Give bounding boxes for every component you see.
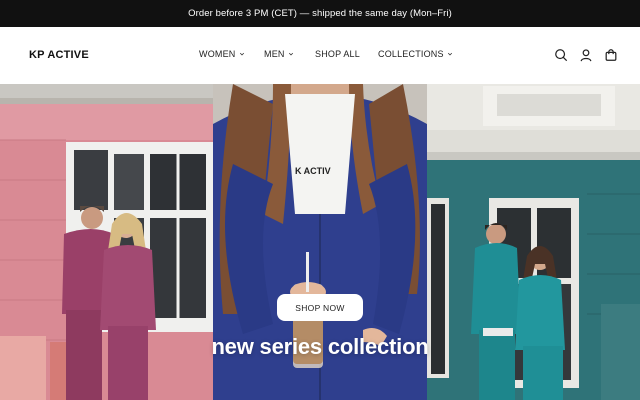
nav-collections[interactable]: COLLECTIONS <box>378 49 453 59</box>
chevron-down-icon <box>239 52 244 56</box>
site-header: KP ACTIVE WOMEN MEN SHOP ALL COLLECTIONS <box>0 27 640 84</box>
nav-men-label: MEN <box>264 49 285 59</box>
nav-collections-label: COLLECTIONS <box>378 49 444 59</box>
header-icons <box>554 48 618 62</box>
account-icon[interactable] <box>579 48 593 62</box>
svg-text:K ACTIV: K ACTIV <box>295 166 331 176</box>
chevron-down-icon <box>288 52 293 56</box>
hero-banner[interactable]: K ACTIV new series collection <box>0 84 640 400</box>
announcement-bar: Order before 3 PM (CET) — shipped the sa… <box>0 0 640 27</box>
announcement-text: Order before 3 PM (CET) — shipped the sa… <box>188 8 452 19</box>
nav-shop-all[interactable]: SHOP ALL <box>315 49 360 59</box>
search-icon[interactable] <box>554 48 568 62</box>
nav-women-label: WOMEN <box>199 49 236 59</box>
shop-now-button[interactable]: SHOP NOW <box>277 294 363 321</box>
nav-women[interactable]: WOMEN <box>199 49 245 59</box>
chevron-down-icon <box>447 52 452 56</box>
main-nav: WOMEN MEN SHOP ALL COLLECTIONS <box>0 49 640 63</box>
hero-title: new series collection <box>211 334 429 359</box>
nav-shop-all-label: SHOP ALL <box>315 49 360 59</box>
cart-icon[interactable] <box>604 48 618 62</box>
nav-men[interactable]: MEN <box>264 49 294 59</box>
